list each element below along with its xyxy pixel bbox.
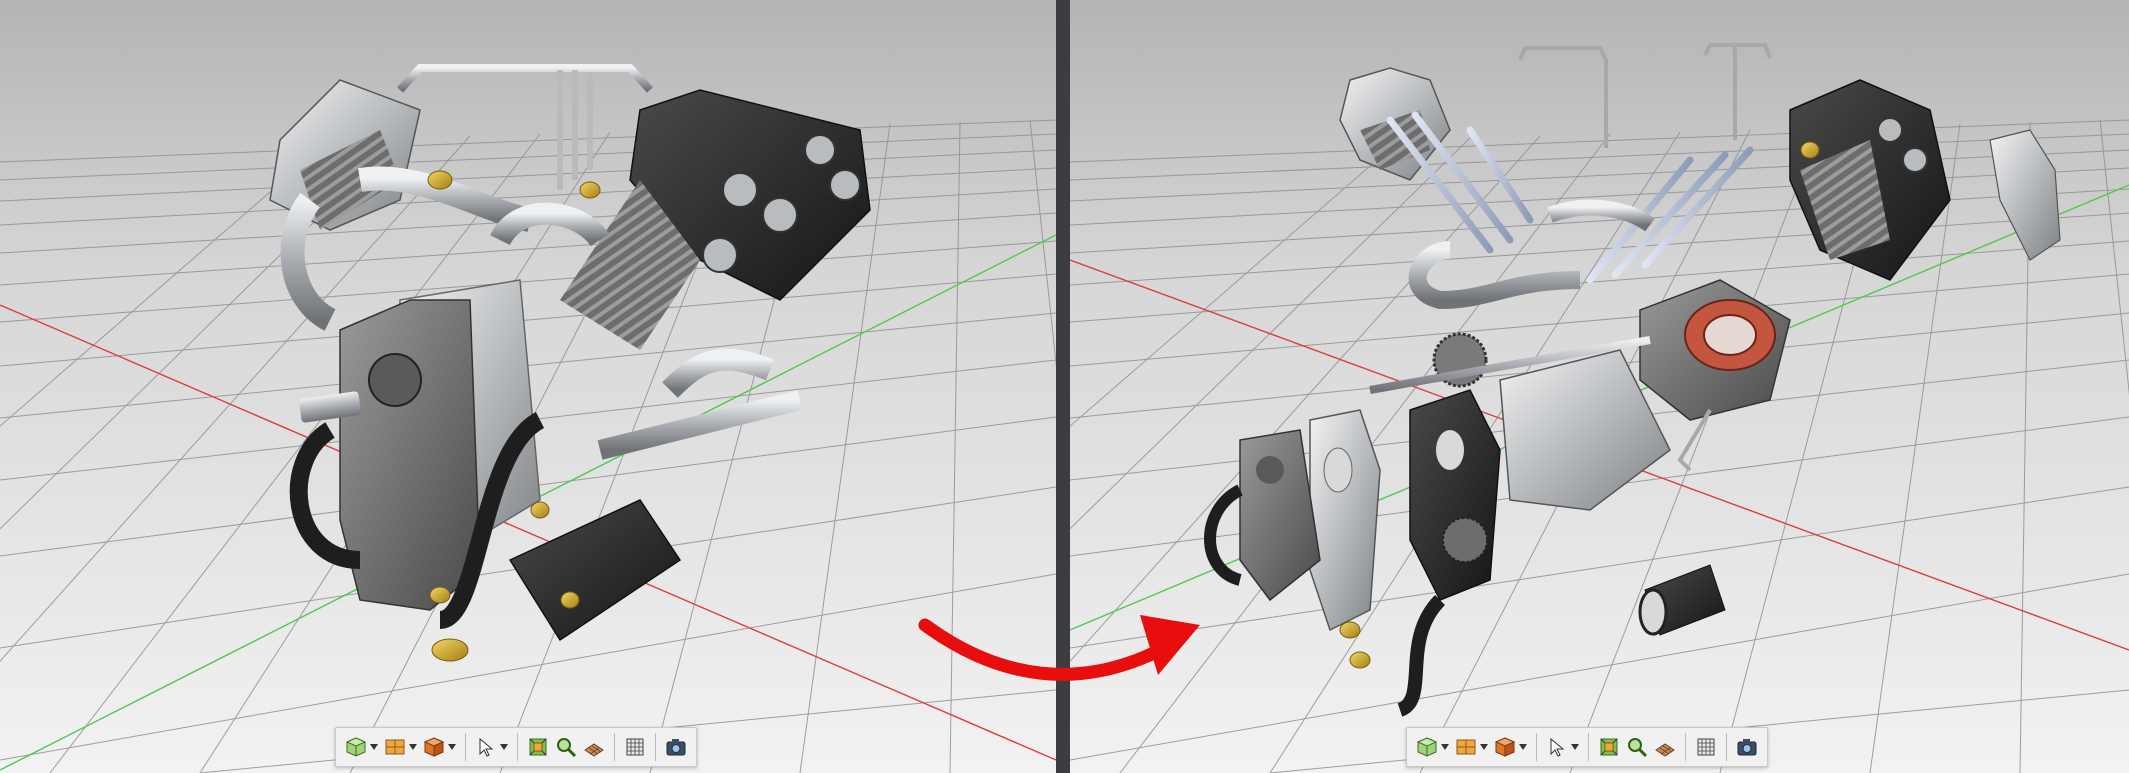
grid-icon bbox=[1695, 736, 1717, 758]
view-cube-button[interactable] bbox=[1413, 731, 1452, 763]
select-cursor-button[interactable] bbox=[1543, 731, 1582, 763]
toolbar-separator bbox=[1726, 733, 1727, 761]
grid-icon bbox=[624, 736, 646, 758]
chevron-down-icon[interactable] bbox=[445, 744, 456, 750]
toolbar-separator bbox=[614, 733, 615, 761]
toolbar-separator bbox=[1536, 733, 1537, 761]
shaded-cube-button[interactable] bbox=[420, 731, 459, 763]
toolbar-separator bbox=[465, 733, 466, 761]
chevron-down-icon[interactable] bbox=[1568, 744, 1579, 750]
chevron-down-icon[interactable] bbox=[1477, 744, 1488, 750]
fit-all-button[interactable] bbox=[1595, 731, 1623, 763]
chevron-down-icon[interactable] bbox=[1516, 744, 1527, 750]
ground-plane-button[interactable] bbox=[1651, 731, 1679, 763]
cursor-icon bbox=[475, 736, 497, 758]
fit-all-button[interactable] bbox=[524, 731, 552, 763]
zoom-to-selection-button[interactable] bbox=[1623, 731, 1651, 763]
view-cube-button[interactable] bbox=[342, 731, 381, 763]
shaded-cube-icon bbox=[1494, 736, 1516, 758]
fit-all-icon bbox=[1598, 736, 1620, 758]
camera-icon bbox=[665, 736, 687, 758]
toolbar-separator bbox=[655, 733, 656, 761]
camera-icon bbox=[1736, 736, 1758, 758]
chevron-down-icon[interactable] bbox=[406, 744, 417, 750]
view-cube-icon bbox=[345, 736, 367, 758]
screenshot-button[interactable] bbox=[1733, 731, 1761, 763]
chevron-down-icon[interactable] bbox=[367, 744, 378, 750]
view-cube-icon bbox=[1416, 736, 1438, 758]
toolbar-separator bbox=[517, 733, 518, 761]
shaded-cube-icon bbox=[423, 736, 445, 758]
view-divider bbox=[1056, 0, 1070, 773]
grid-toggle-button[interactable] bbox=[1692, 731, 1720, 763]
select-cursor-button[interactable] bbox=[472, 731, 511, 763]
zoom-icon bbox=[555, 736, 577, 758]
toolbar-separator bbox=[1588, 733, 1589, 761]
viewport-exploded[interactable] bbox=[1070, 0, 2129, 773]
screenshot-button[interactable] bbox=[662, 731, 690, 763]
grid-toggle-button[interactable] bbox=[621, 731, 649, 763]
view-toolbar-assembled bbox=[335, 727, 697, 767]
display-mode-button[interactable] bbox=[381, 731, 420, 763]
cursor-icon bbox=[1546, 736, 1568, 758]
display-mode-button[interactable] bbox=[1452, 731, 1491, 763]
chevron-down-icon[interactable] bbox=[1438, 744, 1449, 750]
fit-all-icon bbox=[527, 736, 549, 758]
zoom-to-selection-button[interactable] bbox=[552, 731, 580, 763]
chevron-down-icon[interactable] bbox=[497, 744, 508, 750]
toolbar-separator bbox=[1685, 733, 1686, 761]
view-toolbar-exploded bbox=[1406, 727, 1768, 767]
ground-plane-button[interactable] bbox=[580, 731, 608, 763]
zoom-icon bbox=[1626, 736, 1648, 758]
display-mode-icon bbox=[384, 736, 406, 758]
ground-plane-icon bbox=[583, 736, 605, 758]
viewport-assembled[interactable] bbox=[0, 0, 1056, 773]
shaded-cube-button[interactable] bbox=[1491, 731, 1530, 763]
3d-scene-assembled[interactable] bbox=[0, 0, 1056, 773]
3d-scene-exploded[interactable] bbox=[1070, 0, 2129, 773]
display-mode-icon bbox=[1455, 736, 1477, 758]
ground-plane-icon bbox=[1654, 736, 1676, 758]
